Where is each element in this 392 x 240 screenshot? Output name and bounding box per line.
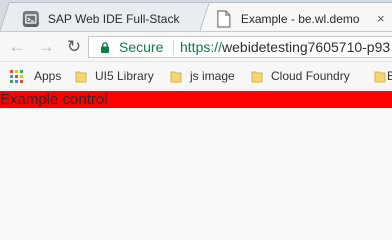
bookmark-b[interactable]: B bbox=[374, 67, 392, 85]
example-control: Example control bbox=[0, 91, 392, 108]
sap-web-ide-icon bbox=[22, 11, 39, 27]
arrow-left-icon: ← bbox=[8, 37, 26, 56]
folder-icon bbox=[75, 71, 87, 83]
lock-icon bbox=[101, 42, 109, 53]
bookmark-apps[interactable]: Apps bbox=[10, 67, 66, 85]
bookmark-label-cloud-foundry: Cloud Foundry bbox=[271, 69, 350, 83]
bookmarks-bar: Apps UI5 Library js image Cloud Foundry bbox=[0, 62, 392, 90]
tab-example-content: Example - be.wl.demo × bbox=[205, 3, 392, 31]
browser-window: SAP Web IDE Full-Stack Example - be.wl.d… bbox=[0, 0, 392, 204]
url-host: webidetesting7605710-p93 bbox=[222, 39, 391, 55]
bookmark-label-b: B bbox=[387, 68, 392, 84]
back-button[interactable]: ← bbox=[7, 37, 27, 57]
bookmark-label-ui5-library: UI5 Library bbox=[95, 69, 154, 83]
apps-grid-icon bbox=[10, 70, 24, 84]
arrow-right-icon: → bbox=[37, 37, 55, 56]
address-separator bbox=[173, 40, 174, 55]
bookmark-label-apps: Apps bbox=[34, 69, 62, 83]
tab-example[interactable]: Example - be.wl.demo × bbox=[199, 2, 392, 31]
reload-button[interactable]: ↻ bbox=[64, 37, 84, 57]
reload-icon: ↻ bbox=[66, 37, 82, 56]
bookmark-ui5-library[interactable]: UI5 Library bbox=[75, 67, 165, 85]
folder-icon bbox=[374, 71, 386, 83]
page-icon bbox=[217, 10, 231, 28]
bookmark-cloud-foundry[interactable]: Cloud Foundry bbox=[251, 67, 350, 85]
bookmark-label-js-image: js image bbox=[190, 69, 235, 83]
close-icon[interactable]: × bbox=[373, 11, 389, 27]
folder-icon bbox=[251, 71, 263, 83]
tab-strip: SAP Web IDE Full-Stack Example - be.wl.d… bbox=[0, 0, 392, 32]
security-status: Secure bbox=[119, 39, 164, 55]
forward-button[interactable]: → bbox=[36, 37, 56, 57]
browser-toolbar: ← → ↻ Secure https://webidetesting760571… bbox=[0, 32, 392, 62]
tab-sap-web-ide[interactable]: SAP Web IDE Full-Stack bbox=[0, 2, 211, 31]
url-scheme: https:// bbox=[180, 39, 223, 55]
folder-icon bbox=[170, 71, 182, 83]
page-content: Example control bbox=[0, 90, 392, 204]
tab-title-example: Example - be.wl.demo bbox=[240, 12, 360, 26]
tab-sap-web-ide-content: SAP Web IDE Full-Stack bbox=[5, 3, 205, 31]
address-bar[interactable]: Secure https://webidetesting7605710-p93 bbox=[88, 36, 392, 58]
bookmark-js-image[interactable]: js image bbox=[170, 67, 260, 85]
tab-title-sap-web-ide: SAP Web IDE Full-Stack bbox=[47, 12, 180, 26]
url-text: https://webidetesting7605710-p93 bbox=[180, 39, 390, 55]
